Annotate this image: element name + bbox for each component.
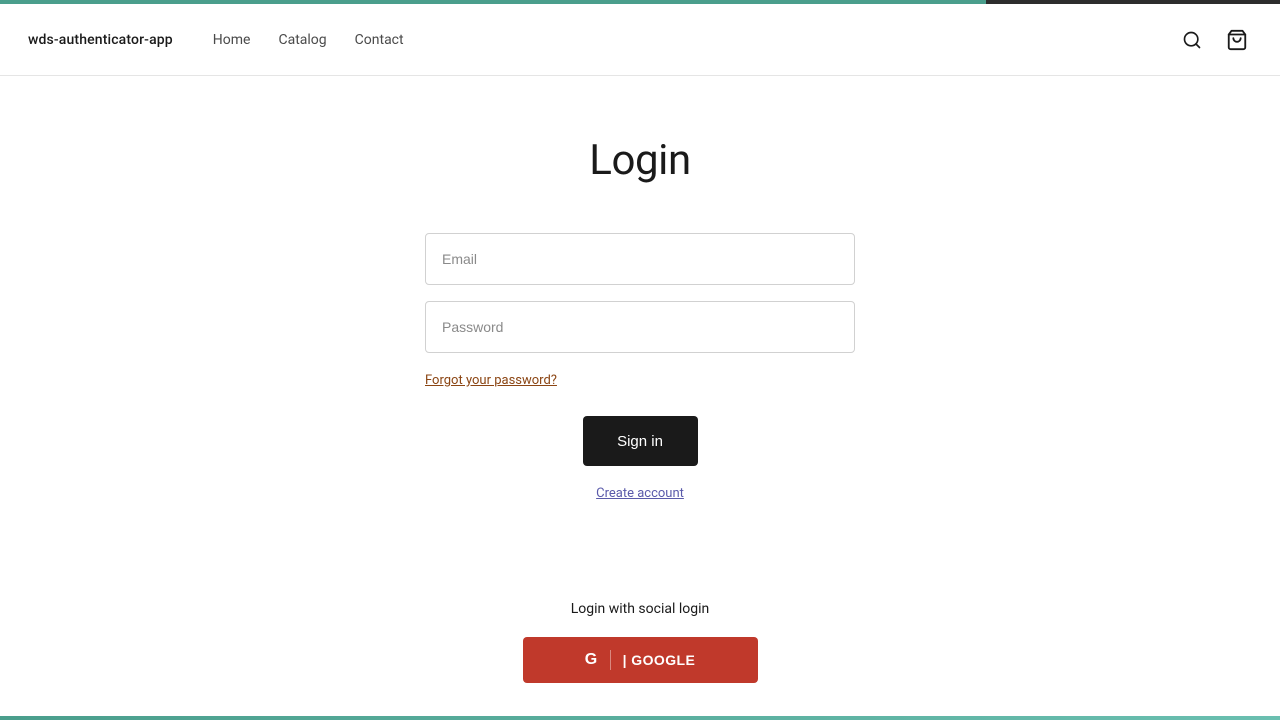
nav-links: Home Catalog Contact — [213, 32, 404, 48]
navbar-right — [1178, 25, 1252, 55]
password-group — [425, 301, 855, 353]
social-login-section: Login with social login G | GOOGLE — [523, 601, 758, 683]
forgot-password-container: Forgot your password? — [425, 369, 855, 388]
nav-home[interactable]: Home — [213, 32, 251, 48]
cart-button[interactable] — [1222, 25, 1252, 55]
google-g-letter: G — [585, 651, 598, 669]
sign-in-button[interactable]: Sign in — [583, 416, 698, 466]
footer-accent-bar — [0, 716, 1280, 720]
main-content: Login Forgot your password? Sign in Crea… — [0, 76, 1280, 683]
page-title: Login — [589, 136, 690, 185]
email-input[interactable] — [425, 233, 855, 285]
email-group — [425, 233, 855, 285]
google-divider — [610, 650, 611, 670]
cart-icon — [1226, 29, 1248, 51]
google-login-button[interactable]: G | GOOGLE — [523, 637, 758, 683]
social-login-title: Login with social login — [571, 601, 710, 617]
brand-name: wds-authenticator-app — [28, 32, 173, 48]
navbar: wds-authenticator-app Home Catalog Conta… — [0, 4, 1280, 76]
progress-fill — [0, 0, 986, 4]
password-input[interactable] — [425, 301, 855, 353]
create-account-link[interactable]: Create account — [596, 486, 684, 501]
top-progress-bar — [0, 0, 1280, 4]
forgot-password-link[interactable]: Forgot your password? — [425, 373, 557, 388]
search-icon — [1182, 30, 1202, 50]
login-form: Forgot your password? Sign in Create acc… — [0, 233, 1280, 581]
search-button[interactable] — [1178, 26, 1206, 54]
nav-contact[interactable]: Contact — [355, 32, 404, 48]
navbar-left: wds-authenticator-app Home Catalog Conta… — [28, 32, 404, 48]
google-label: | GOOGLE — [623, 652, 696, 668]
nav-catalog[interactable]: Catalog — [278, 32, 326, 48]
